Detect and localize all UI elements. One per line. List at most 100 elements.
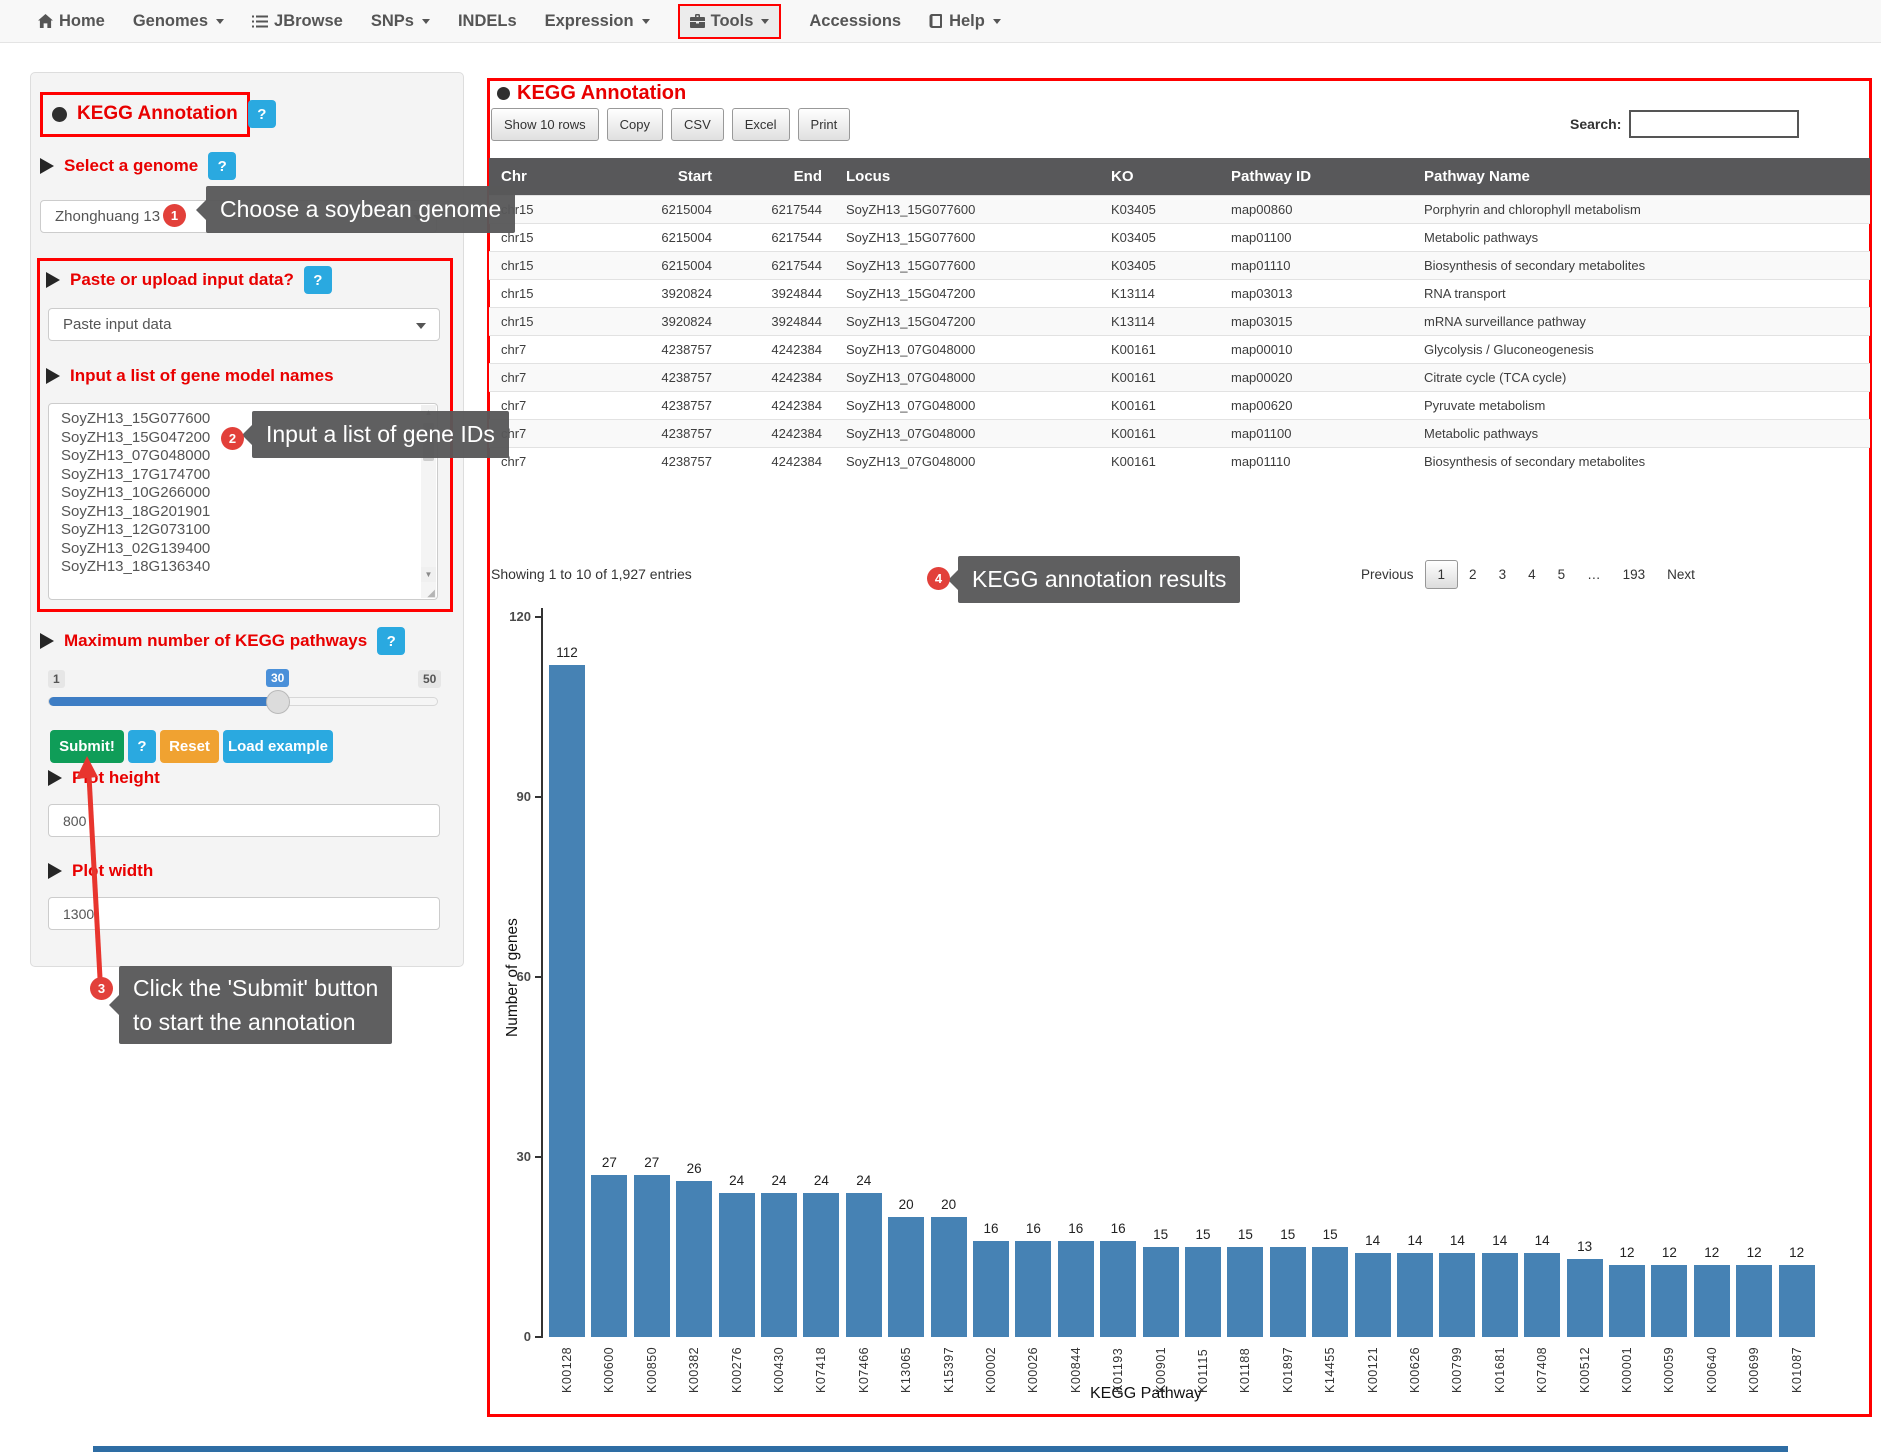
page-button-next[interactable]: Next <box>1656 560 1706 589</box>
table-row[interactable]: chr1562150046217544SoyZH13_15G077600K034… <box>489 196 1870 224</box>
pathways-slider[interactable] <box>48 697 438 706</box>
slider-handle[interactable] <box>266 690 290 714</box>
submit-button[interactable]: Submit! <box>50 730 124 763</box>
table-cell: SoyZH13_07G048000 <box>834 364 1099 392</box>
scroll-down-icon[interactable]: ▼ <box>421 567 436 582</box>
nav-item-jbrowse[interactable]: JBrowse <box>252 12 343 31</box>
page-button-5[interactable]: 5 <box>1547 560 1577 589</box>
chevron-down-icon <box>422 19 430 24</box>
chevron-down-icon <box>416 323 426 329</box>
table-row[interactable]: chr1562150046217544SoyZH13_15G077600K034… <box>489 224 1870 252</box>
table-row[interactable]: chr742387574242384SoyZH13_07G048000K0016… <box>489 336 1870 364</box>
table-cell: 3920824 <box>629 280 724 308</box>
callout-badge-3: 3 <box>90 977 113 1000</box>
plot-width-input[interactable]: 1300 <box>48 897 440 930</box>
nav-item-label: Home <box>59 12 105 31</box>
table-cell: Pyruvate metabolism <box>1412 392 1870 420</box>
table-cell: RNA transport <box>1412 280 1870 308</box>
nav-item-label: Tools <box>711 12 754 31</box>
briefcase-icon <box>690 14 705 28</box>
nav-item-label: Expression <box>545 12 634 31</box>
table-cell: Biosynthesis of secondary metabolites <box>1412 448 1870 476</box>
help-question-button[interactable]: ? <box>248 100 276 128</box>
search-input[interactable] <box>1629 110 1799 138</box>
page-button-4[interactable]: 4 <box>1517 560 1547 589</box>
table-row[interactable]: chr742387574242384SoyZH13_07G048000K0016… <box>489 420 1870 448</box>
page-button-3[interactable]: 3 <box>1488 560 1518 589</box>
table-cell: K03405 <box>1099 252 1219 280</box>
select-genome-heading-row: Select a genome ? <box>40 152 236 180</box>
column-header-start[interactable]: Start <box>629 158 724 196</box>
input-mode-select[interactable]: Paste input data <box>48 308 440 341</box>
results-title: KEGG Annotation <box>517 82 686 105</box>
table-cell: 3924844 <box>724 280 834 308</box>
nav-item-tools[interactable]: Tools <box>678 4 782 39</box>
nav-item-label: Genomes <box>133 12 208 31</box>
load-example-button[interactable]: Load example <box>223 730 333 763</box>
callout-tooltip-4: KEGG annotation results <box>958 556 1240 603</box>
page-button-2[interactable]: 2 <box>1458 560 1488 589</box>
table-cell: Biosynthesis of secondary metabolites <box>1412 252 1870 280</box>
chevron-down-icon <box>761 19 769 24</box>
table-row[interactable]: chr1539208243924844SoyZH13_15G047200K131… <box>489 280 1870 308</box>
nav-item-snps[interactable]: SNPs <box>371 12 430 31</box>
page-button-previous[interactable]: Previous <box>1350 560 1425 589</box>
nav-item-indels[interactable]: INDELs <box>458 12 517 31</box>
table-cell: K00161 <box>1099 448 1219 476</box>
table-button-copy[interactable]: Copy <box>607 108 663 141</box>
nav-item-accessions[interactable]: Accessions <box>809 12 901 31</box>
column-header-ko[interactable]: KO <box>1099 158 1219 196</box>
table-button-csv[interactable]: CSV <box>671 108 724 141</box>
table-row[interactable]: chr742387574242384SoyZH13_07G048000K0016… <box>489 448 1870 476</box>
table-button-print[interactable]: Print <box>798 108 851 141</box>
table-row[interactable]: chr1562150046217544SoyZH13_15G077600K034… <box>489 252 1870 280</box>
table-cell: 6217544 <box>724 252 834 280</box>
column-header-pathway-name[interactable]: Pathway Name <box>1412 158 1870 196</box>
table-cell: Glycolysis / Gluconeogenesis <box>1412 336 1870 364</box>
page-button-1[interactable]: 1 <box>1425 560 1459 589</box>
max-pathways-label: Maximum number of KEGG pathways <box>64 631 367 651</box>
table-button-show-10-rows[interactable]: Show 10 rows <box>491 108 599 141</box>
column-header-end[interactable]: End <box>724 158 834 196</box>
table-cell: 4238757 <box>629 336 724 364</box>
table-row[interactable]: chr742387574242384SoyZH13_07G048000K0016… <box>489 392 1870 420</box>
max-pathways-heading-row: Maximum number of KEGG pathways ? <box>40 627 405 655</box>
page-button-193[interactable]: 193 <box>1612 560 1657 589</box>
callout-badge-2: 2 <box>221 427 244 450</box>
plot-height-label: Plot height <box>72 768 160 788</box>
table-cell: 4242384 <box>724 336 834 364</box>
results-title-row: KEGG Annotation <box>497 82 686 105</box>
table-search: Search: <box>1570 110 1799 138</box>
triangle-bullet-icon <box>46 272 60 288</box>
help-question-button[interactable]: ? <box>208 152 236 180</box>
help-question-button[interactable]: ? <box>128 730 156 763</box>
help-question-button[interactable]: ? <box>304 266 332 294</box>
gene-id-line: SoyZH13_10G266000 <box>49 484 437 503</box>
table-row[interactable]: chr1539208243924844SoyZH13_15G047200K131… <box>489 308 1870 336</box>
gene-id-line: SoyZH13_18G201901 <box>49 503 437 522</box>
page-button-…[interactable]: … <box>1576 560 1612 589</box>
table-cell: map01110 <box>1219 252 1412 280</box>
resize-handle-icon[interactable]: ◢ <box>427 588 435 599</box>
plot-height-input[interactable]: 800 <box>48 804 440 837</box>
nav-item-genomes[interactable]: Genomes <box>133 12 224 31</box>
table-row[interactable]: chr742387574242384SoyZH13_07G048000K0016… <box>489 364 1870 392</box>
table-cell: 4242384 <box>724 420 834 448</box>
table-cell: map03013 <box>1219 280 1412 308</box>
table-cell: map00020 <box>1219 364 1412 392</box>
nav-item-home[interactable]: Home <box>38 12 105 31</box>
triangle-bullet-icon <box>46 368 60 384</box>
table-button-excel[interactable]: Excel <box>732 108 790 141</box>
reset-button[interactable]: Reset <box>160 730 219 763</box>
nav-item-expression[interactable]: Expression <box>545 12 650 31</box>
help-question-button[interactable]: ? <box>377 627 405 655</box>
nav-item-help[interactable]: Help <box>929 12 1001 31</box>
slider-fill <box>49 697 279 706</box>
triangle-bullet-icon <box>40 158 54 174</box>
table-cell: 4238757 <box>629 364 724 392</box>
table-cell: 4238757 <box>629 420 724 448</box>
callout-tooltip-3: Click the 'Submit' button to start the a… <box>119 966 392 1044</box>
column-header-pathway-id[interactable]: Pathway ID <box>1219 158 1412 196</box>
column-header-locus[interactable]: Locus <box>834 158 1099 196</box>
table-cell: 4238757 <box>629 392 724 420</box>
